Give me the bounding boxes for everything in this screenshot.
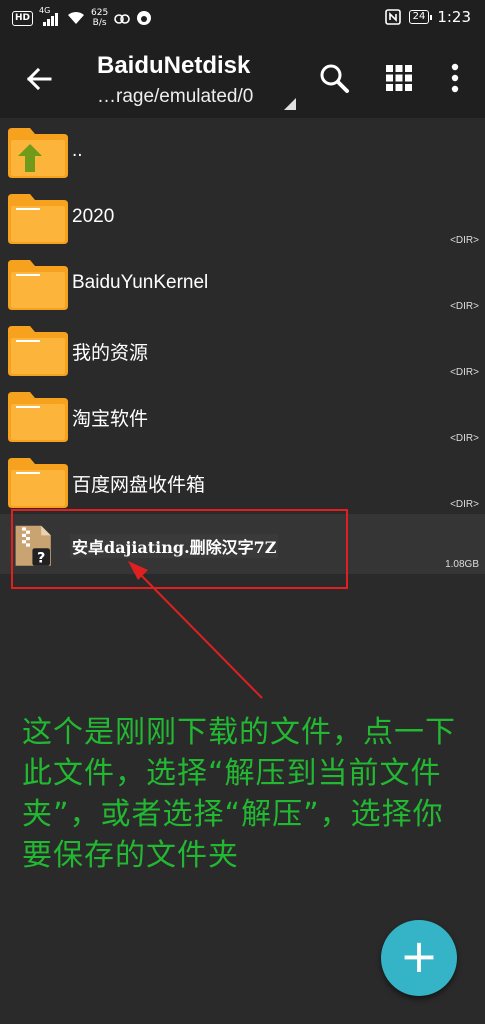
parent-folder-icon: [8, 128, 68, 178]
status-left: HD 4G 625 B/s: [12, 6, 152, 28]
file-name: 2020: [72, 206, 115, 227]
path-dropdown-icon[interactable]: [284, 98, 296, 110]
file-type-label: <DIR>: [450, 301, 479, 312]
file-size: 1.08GB: [445, 559, 479, 570]
file-type-label: <DIR>: [450, 367, 479, 378]
app-notification-icon: [137, 11, 152, 25]
file-type-label: <DIR>: [450, 499, 479, 510]
list-item-parent[interactable]: ..: [0, 118, 485, 184]
more-options-icon[interactable]: [437, 60, 473, 96]
grid-view-icon[interactable]: [381, 60, 417, 96]
folder-icon: [8, 260, 68, 310]
list-item-folder[interactable]: 我的资源 <DIR>: [0, 316, 485, 382]
status-right: 24 1:23: [384, 8, 471, 26]
cellular-signal-icon: 4G: [39, 6, 61, 26]
file-type-label: <DIR>: [450, 433, 479, 444]
current-path[interactable]: …rage/emulated/0: [97, 86, 253, 108]
network-speed: 625 B/s: [91, 8, 109, 28]
nfc-icon: [384, 9, 401, 25]
file-list: .. 2020 <DIR> BaiduYunKernel <DIR> 我的资源 …: [0, 118, 485, 574]
file-name: ..: [72, 140, 83, 161]
folder-icon: [8, 194, 68, 244]
battery-indicator: 24: [408, 10, 433, 24]
plus-icon: +: [399, 929, 439, 983]
file-type-label: <DIR>: [450, 235, 479, 246]
back-arrow-icon[interactable]: [24, 64, 54, 94]
list-item-folder[interactable]: 百度网盘收件箱 <DIR>: [0, 448, 485, 514]
file-name: 我的资源: [72, 343, 149, 364]
list-item-folder[interactable]: 2020 <DIR>: [0, 184, 485, 250]
file-name: 淘宝软件: [72, 409, 149, 430]
folder-icon: [8, 326, 68, 376]
list-item-folder[interactable]: BaiduYunKernel <DIR>: [0, 250, 485, 316]
file-name: BaiduYunKernel: [72, 272, 209, 293]
wifi-icon: [68, 11, 85, 24]
hd-badge: HD: [12, 10, 34, 26]
cloud-sync-icon: [114, 14, 131, 24]
status-bar: HD 4G 625 B/s 24 1:23: [0, 0, 485, 40]
file-name: 百度网盘收件箱: [72, 475, 206, 496]
search-icon[interactable]: [316, 60, 352, 96]
highlight-box: [11, 509, 348, 589]
app-toolbar: BaiduNetdisk …rage/emulated/0: [0, 40, 485, 118]
list-item-folder[interactable]: 淘宝软件 <DIR>: [0, 382, 485, 448]
folder-icon: [8, 458, 68, 508]
folder-icon: [8, 392, 68, 442]
app-title: BaiduNetdisk: [97, 52, 251, 79]
clock: 1:23: [437, 8, 471, 26]
annotation-text: 这个是刚刚下载的文件，点一下此文件，选择“解压到当前文件夹”，或者选择“解压”，…: [22, 715, 456, 873]
add-button[interactable]: +: [381, 920, 457, 996]
